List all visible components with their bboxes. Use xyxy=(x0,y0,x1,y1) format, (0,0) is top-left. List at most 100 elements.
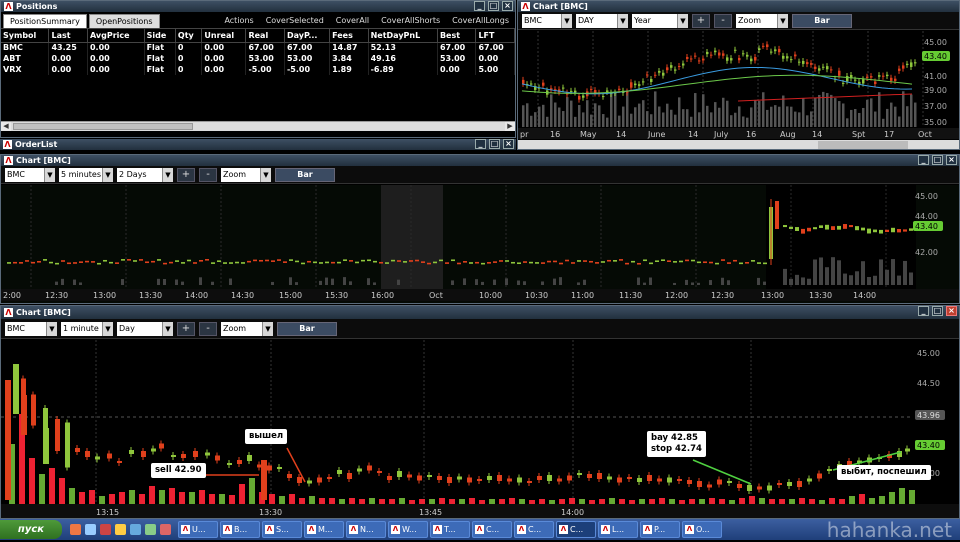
candle xyxy=(73,262,77,264)
candle xyxy=(574,90,577,93)
taskbar-window-button[interactable]: Λ L... xyxy=(598,521,638,538)
taskbar-window-button[interactable]: Λ N... xyxy=(346,521,386,538)
close-button[interactable]: × xyxy=(946,306,957,316)
zoom-out-button[interactable]: - xyxy=(199,321,217,336)
col-netdaypnl[interactable]: NetDayPnL xyxy=(368,29,438,43)
col-real[interactable]: Real xyxy=(245,29,285,43)
quicklaunch-app-icon[interactable] xyxy=(115,524,126,535)
taskbar-window-button[interactable]: Λ C... xyxy=(556,521,596,538)
candle xyxy=(797,481,802,487)
quicklaunch-app-icon[interactable] xyxy=(70,524,81,535)
range-select[interactable]: Year ▼ xyxy=(632,13,688,28)
candle xyxy=(577,473,582,475)
zoom-select[interactable]: Zoom ▼ xyxy=(736,13,788,28)
intraday-5min-chart-canvas[interactable]: 45.00 44.0043.40 42.00 2:00 12:30 13:00 13:30 1… xyxy=(1,185,959,303)
candle xyxy=(565,259,569,262)
start-button[interactable]: пуск xyxy=(0,520,62,539)
interval-select[interactable]: 1 minute ▼ xyxy=(61,321,113,336)
chart-5min-titlebar[interactable]: Λ Chart [BMC] _ □ × xyxy=(1,155,959,166)
col-unreal[interactable]: Unreal xyxy=(201,29,247,43)
maximize-button[interactable]: □ xyxy=(932,155,943,165)
interval-select[interactable]: DAY ▼ xyxy=(576,13,628,28)
taskbar-window-button[interactable]: Λ W... xyxy=(388,521,428,538)
cell-fees: 1.89 xyxy=(329,64,369,75)
taskbar-window-button[interactable]: Λ P... xyxy=(640,521,680,538)
table-row[interactable]: ABT 0.00 0.00 Flat 0 0.00 53.00 53.00 3.… xyxy=(1,53,515,64)
range-select[interactable]: 2 Days ▼ xyxy=(117,167,173,182)
taskbar-window-button[interactable]: Λ C... xyxy=(472,521,512,538)
positions-titlebar[interactable]: Λ Positions _ □ × xyxy=(1,1,515,12)
range-select[interactable]: Day ▼ xyxy=(117,321,173,336)
close-button[interactable]: × xyxy=(502,1,513,11)
tab-open-positions[interactable]: OpenPositions xyxy=(88,14,160,28)
table-row[interactable]: VRX 0.00 0.00 Flat 0 0.00 -5.00 -5.00 1.… xyxy=(1,64,515,75)
volume-bar xyxy=(325,277,328,285)
zoom-select[interactable]: Zoom ▼ xyxy=(221,167,271,182)
cover-selected-button[interactable]: CoverSelected xyxy=(260,14,330,28)
positions-hscrollbar[interactable]: ◀ ▶ xyxy=(1,121,515,131)
taskbar-window-button[interactable]: Λ T... xyxy=(430,521,470,538)
quicklaunch-app-icon[interactable] xyxy=(130,524,141,535)
chart-1min-titlebar[interactable]: Λ Chart [BMC] _ □ × xyxy=(1,306,959,319)
col-lft[interactable]: LFT xyxy=(475,29,515,43)
col-fees[interactable]: Fees xyxy=(329,29,369,43)
col-daypnl[interactable]: DayP... xyxy=(284,29,331,43)
quicklaunch-app-icon[interactable] xyxy=(160,524,171,535)
volume-bar xyxy=(530,115,533,127)
maximize-button[interactable]: □ xyxy=(488,1,499,11)
scroll-left-icon[interactable]: ◀ xyxy=(1,122,11,131)
minimize-button[interactable]: _ xyxy=(918,155,929,165)
chart-daily-titlebar[interactable]: Λ Chart [BMC] xyxy=(518,1,959,12)
minimize-button[interactable]: _ xyxy=(918,306,929,316)
cover-all-longs-button[interactable]: CoverAllLongs xyxy=(446,14,515,28)
daily-chart-canvas[interactable]: 45.00 43.40 41.00 39.00 37.00 35.00 pr 16 May 14 J… xyxy=(518,31,960,150)
minimize-button[interactable]: _ xyxy=(475,139,486,149)
table-row[interactable]: BMC 43.25 0.00 Flat 0 0.00 67.00 67.00 1… xyxy=(1,42,515,53)
col-best[interactable]: Best xyxy=(437,29,477,43)
volume-bar xyxy=(59,478,65,504)
bar-button[interactable]: Bar xyxy=(275,167,335,182)
col-side[interactable]: Side xyxy=(144,29,176,43)
cover-all-shorts-button[interactable]: CoverAllShorts xyxy=(375,14,446,28)
close-button[interactable]: × xyxy=(503,139,514,149)
symbol-select[interactable]: BMC ▼ xyxy=(5,321,57,336)
taskbar-window-button[interactable]: Λ S... xyxy=(262,521,302,538)
symbol-select[interactable]: BMC ▼ xyxy=(522,13,572,28)
scroll-right-icon[interactable]: ▶ xyxy=(505,122,515,131)
zoom-in-button[interactable]: + xyxy=(177,167,195,182)
actions-menu[interactable]: Actions xyxy=(218,14,259,28)
zoom-out-button[interactable]: - xyxy=(714,13,732,28)
volume-bar xyxy=(637,277,640,285)
taskbar-window-button[interactable]: Λ M... xyxy=(304,521,344,538)
zoom-out-button[interactable]: - xyxy=(199,167,217,182)
bar-button[interactable]: Bar xyxy=(792,13,852,28)
quicklaunch-app-icon[interactable] xyxy=(100,524,111,535)
maximize-button[interactable]: □ xyxy=(932,306,943,316)
taskbar-window-button[interactable]: Λ C... xyxy=(514,521,554,538)
minimize-button[interactable]: _ xyxy=(474,1,485,11)
taskbar-window-button[interactable]: Λ U... xyxy=(178,521,218,538)
col-last[interactable]: Last xyxy=(48,29,88,43)
quicklaunch-app-icon[interactable] xyxy=(85,524,96,535)
close-button[interactable]: × xyxy=(946,155,957,165)
maximize-button[interactable]: □ xyxy=(489,139,500,149)
scroll-thumb[interactable] xyxy=(13,123,193,130)
cover-all-button[interactable]: CoverAll xyxy=(330,14,375,28)
intraday-1min-chart-canvas[interactable]: 45.0044.5043.9643.4043.0013:1513:3013:45… xyxy=(1,340,959,519)
taskbar-window-button[interactable]: Λ O... xyxy=(682,521,722,538)
col-symbol[interactable]: Symbol xyxy=(1,29,50,43)
orderlist-titlebar[interactable]: Λ OrderList _ □ × xyxy=(0,139,516,150)
zoom-in-button[interactable]: + xyxy=(177,321,195,336)
bar-button[interactable]: Bar xyxy=(277,321,337,336)
volume-bar xyxy=(774,105,777,127)
tab-position-summary[interactable]: PositionSummary xyxy=(3,14,87,28)
zoom-select[interactable]: Zoom ▼ xyxy=(221,321,273,336)
symbol-select[interactable]: BMC ▼ xyxy=(5,167,55,182)
candle xyxy=(367,465,372,471)
col-avgprice[interactable]: AvgPrice xyxy=(87,29,145,43)
col-qty[interactable]: Qty xyxy=(175,29,203,43)
zoom-in-button[interactable]: + xyxy=(692,13,710,28)
taskbar-window-button[interactable]: Λ B... xyxy=(220,521,260,538)
interval-select[interactable]: 5 minutes ▼ xyxy=(59,167,113,182)
quicklaunch-app-icon[interactable] xyxy=(145,524,156,535)
